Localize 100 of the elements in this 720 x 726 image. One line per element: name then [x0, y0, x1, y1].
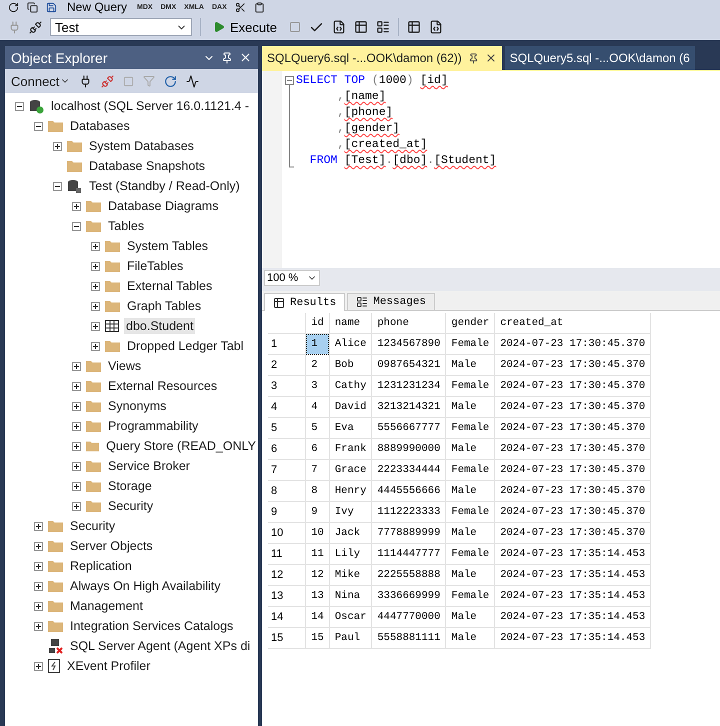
expand-toggle[interactable] — [72, 362, 81, 370]
collapse-toggle[interactable] — [15, 102, 24, 110]
expand-toggle[interactable] — [72, 442, 81, 450]
refresh-icon[interactable] — [164, 74, 178, 88]
tree-item[interactable]: Security — [106, 498, 156, 514]
document-tab[interactable]: SQLQuery6.sql -...OOK\damon (62)) — [262, 46, 502, 70]
expand-toggle[interactable] — [34, 662, 43, 670]
table-cell: 3213214321 — [372, 396, 446, 418]
collapse-toggle[interactable] — [34, 122, 43, 130]
close-icon[interactable] — [484, 52, 497, 64]
pin-icon[interactable] — [221, 52, 233, 64]
list-icon[interactable] — [376, 20, 390, 34]
tree-item[interactable]: Graph Tables — [125, 298, 204, 314]
tree-item[interactable]: Synonyms — [106, 398, 168, 414]
table-icon[interactable] — [406, 20, 421, 34]
expand-toggle[interactable] — [72, 482, 81, 490]
expand-toggle[interactable] — [34, 522, 43, 530]
expand-toggle[interactable] — [53, 142, 62, 150]
tree-item[interactable]: Database Diagrams — [106, 198, 220, 214]
expand-toggle[interactable] — [72, 462, 81, 470]
tree-item[interactable]: Test (Standby / Read-Only) — [87, 178, 242, 194]
expand-toggle[interactable] — [91, 322, 100, 330]
table-cell: 1231231234 — [372, 376, 446, 396]
column-header: phone — [372, 313, 446, 334]
tree-item[interactable]: Tables — [106, 218, 146, 234]
tree-item[interactable]: Programmability — [106, 418, 200, 434]
expand-toggle[interactable] — [91, 242, 100, 250]
pin-icon[interactable] — [468, 52, 479, 64]
tree-item[interactable]: External Resources — [106, 378, 220, 394]
expand-toggle[interactable] — [91, 302, 100, 310]
server-icon — [29, 98, 44, 114]
copy-icon[interactable] — [27, 2, 38, 12]
results-tab[interactable]: Messages — [347, 293, 436, 310]
tree-item[interactable]: Always On High Availability — [68, 578, 223, 594]
table-cell: 2024-07-23 17:30:45.370 — [494, 334, 651, 354]
expand-toggle[interactable] — [72, 422, 81, 430]
tree-item[interactable]: Dropped Ledger Tabl — [125, 338, 246, 354]
tree-item[interactable]: Replication — [68, 558, 134, 574]
tree-item[interactable]: Databases — [68, 118, 132, 134]
expand-toggle[interactable] — [91, 282, 100, 290]
execute-button[interactable]: Execute — [209, 20, 281, 34]
tree-item[interactable]: Server Objects — [68, 538, 155, 554]
unplug-icon[interactable] — [29, 20, 42, 34]
expand-toggle[interactable] — [72, 382, 81, 390]
connect-button[interactable]: Connect — [11, 74, 70, 88]
table-cell: 2024-07-23 17:30:45.370 — [494, 502, 651, 522]
expand-toggle[interactable] — [72, 502, 81, 510]
database-dropdown[interactable]: Test — [50, 18, 192, 36]
tree-item[interactable]: System Tables — [125, 238, 210, 254]
zoom-dropdown[interactable]: 100 % — [264, 270, 320, 286]
table-cell: 7 — [306, 460, 330, 480]
table-cell: 12 — [306, 564, 330, 586]
agent-icon — [48, 638, 63, 654]
folder-icon — [105, 300, 120, 312]
fold-collapse-icon[interactable] — [284, 73, 294, 89]
tree-item[interactable]: Service Broker — [106, 458, 192, 474]
expand-toggle[interactable] — [34, 562, 43, 570]
expand-toggle[interactable] — [34, 582, 43, 590]
table-cell: 2024-07-23 17:30:45.370 — [494, 376, 651, 396]
tree-item[interactable]: Management — [68, 598, 145, 614]
table-cell: Female — [446, 376, 495, 396]
undo-icon[interactable] — [8, 2, 19, 12]
table-cell: 2024-07-23 17:35:14.453 — [494, 564, 651, 586]
tree-item[interactable]: dbo.Student — [124, 318, 196, 334]
tree-item[interactable]: Integration Services Catalogs — [68, 618, 236, 634]
tree-item[interactable]: System Databases — [87, 138, 196, 154]
expand-toggle[interactable] — [34, 622, 43, 630]
collapse-toggle[interactable] — [53, 182, 62, 190]
clipboard-icon[interactable] — [254, 2, 265, 12]
new-query-button[interactable]: New Query — [65, 0, 130, 14]
document-tab[interactable]: SQLQuery5.sql -...OOK\damon (6 — [504, 46, 695, 70]
expand-toggle[interactable] — [72, 202, 81, 210]
save-icon[interactable] — [46, 2, 57, 12]
collapse-toggle[interactable] — [72, 222, 81, 230]
expand-toggle[interactable] — [91, 342, 100, 350]
tree-item[interactable]: SQL Server Agent (Agent XPs di — [68, 638, 252, 654]
tree-item[interactable]: localhost (SQL Server 16.0.1121.4 - — [49, 98, 252, 114]
activity-icon[interactable] — [186, 74, 200, 88]
plug-icon[interactable] — [79, 74, 92, 88]
expand-toggle[interactable] — [34, 602, 43, 610]
expand-toggle[interactable] — [34, 542, 43, 550]
expand-toggle[interactable] — [91, 262, 100, 270]
tree-item[interactable]: Database Snapshots — [87, 158, 208, 174]
table-cell: Henry — [329, 480, 372, 502]
folder-icon — [105, 240, 120, 252]
tree-item[interactable]: XEvent Profiler — [65, 658, 152, 674]
results-tab[interactable]: Results — [264, 293, 346, 311]
table-cell: Male — [446, 396, 495, 418]
tree-item[interactable]: Storage — [106, 478, 154, 494]
table-cell: 4445556666 — [372, 480, 446, 502]
tree-item[interactable]: Views — [106, 358, 144, 374]
file-icon[interactable] — [428, 20, 443, 34]
tree-item[interactable]: FileTables — [125, 258, 186, 274]
tree-item[interactable]: External Tables — [125, 278, 214, 294]
close-icon[interactable] — [239, 51, 252, 64]
tree-item[interactable]: Security — [68, 518, 118, 534]
grid-icon[interactable] — [354, 20, 368, 34]
tree-item[interactable]: Query Store (READ_ONLY — [104, 438, 258, 454]
scissors-icon[interactable] — [234, 2, 246, 12]
expand-toggle[interactable] — [72, 402, 81, 410]
